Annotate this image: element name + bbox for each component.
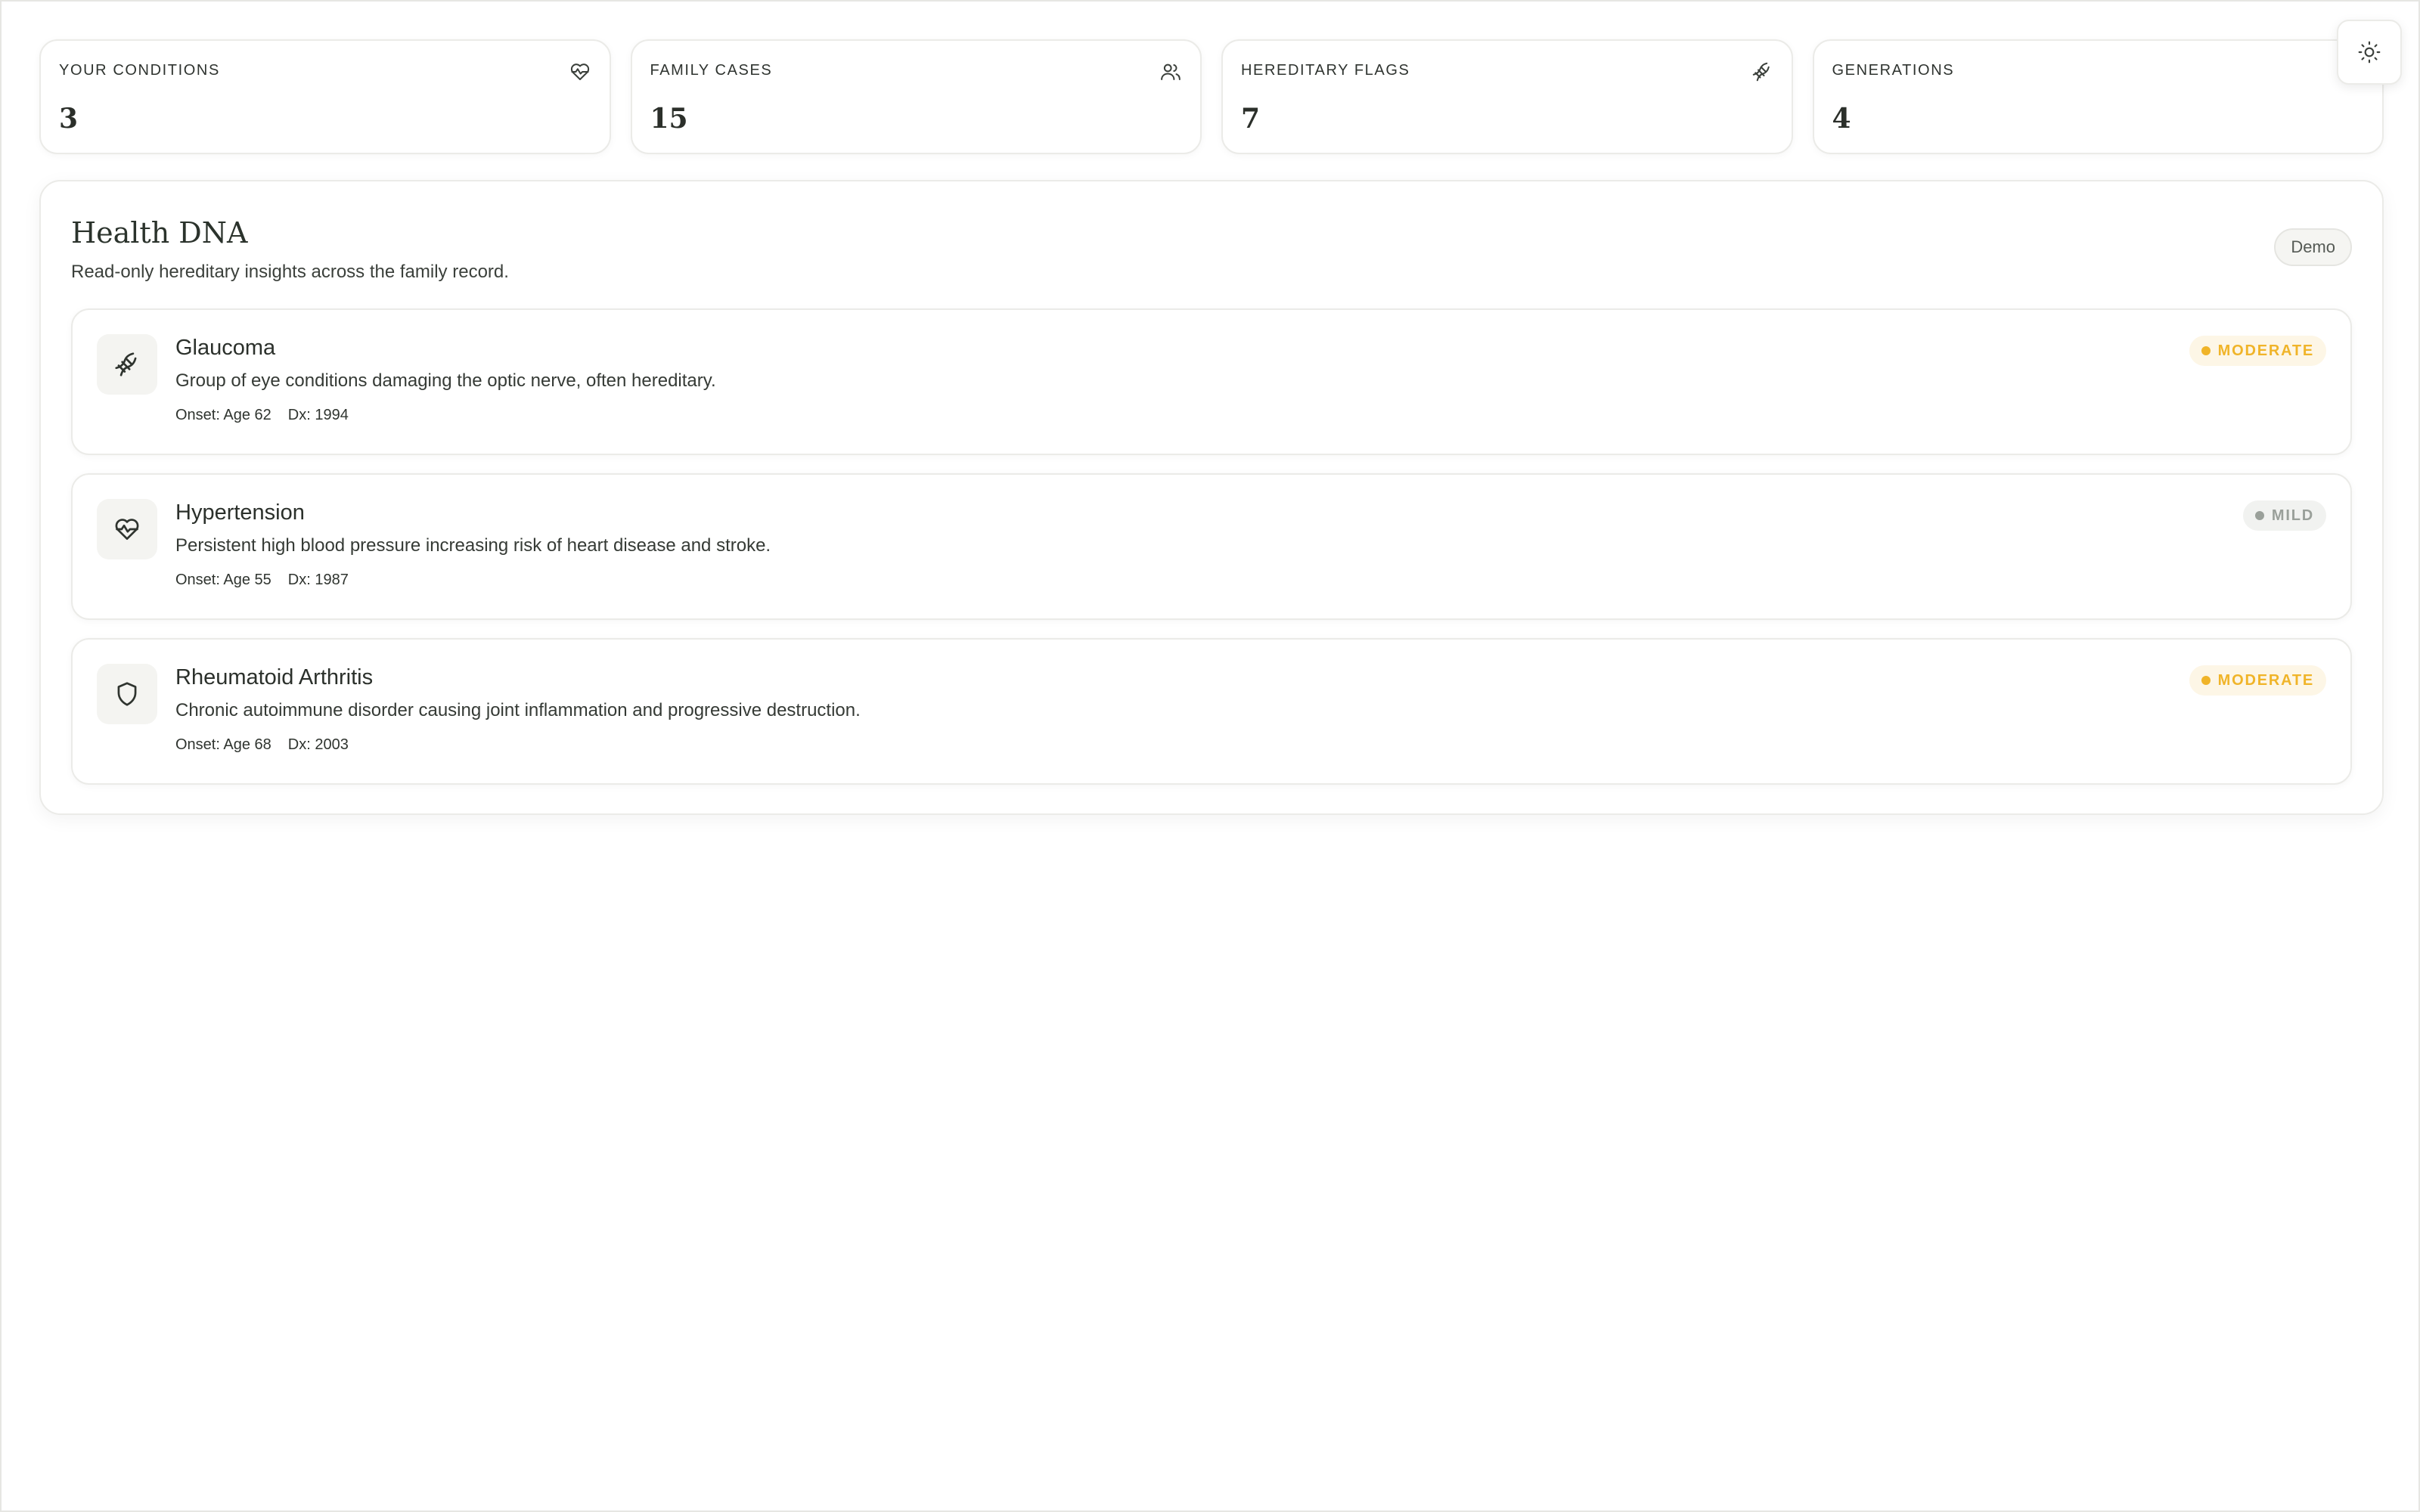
stat-value: 7	[1241, 103, 1261, 135]
sun-icon	[2358, 41, 2381, 64]
stats-row: YOUR CONDITIONS 3 FAMILY CASES 15 HEREDI…	[39, 39, 2384, 154]
shield-icon	[97, 664, 157, 724]
dna-icon	[97, 334, 157, 395]
stat-card-generations: GENERATIONS 4	[1812, 39, 2384, 154]
condition-card[interactable]: Hypertension Persistent high blood press…	[71, 473, 2352, 620]
severity-badge: MILD	[2242, 500, 2326, 531]
condition-onset: Onset: Age 55	[175, 572, 271, 588]
heart-pulse-icon	[97, 499, 157, 559]
condition-onset: Onset: Age 68	[175, 736, 271, 753]
panel-title: Health DNA	[71, 216, 248, 249]
stat-value: 15	[650, 103, 688, 135]
severity-badge: MODERATE	[2189, 665, 2326, 696]
severity-badge: MODERATE	[2189, 336, 2326, 366]
demo-badge: Demo	[2274, 228, 2352, 266]
condition-meta: Onset: Age 55 Dx: 1987	[175, 572, 349, 589]
condition-description: Group of eye conditions damaging the opt…	[175, 370, 716, 391]
condition-name: Rheumatoid Arthritis	[175, 665, 374, 689]
condition-description: Chronic autoimmune disorder causing join…	[175, 700, 861, 720]
stat-label: YOUR CONDITIONS	[59, 62, 220, 79]
condition-diagnosis-year: Dx: 2003	[287, 736, 349, 753]
condition-card[interactable]: Glaucoma Group of eye conditions damagin…	[71, 308, 2352, 455]
stat-card-conditions: YOUR CONDITIONS 3	[39, 39, 611, 154]
panel-subtitle: Read-only hereditary insights across the…	[71, 262, 509, 282]
stat-label: HEREDITARY FLAGS	[1241, 62, 1410, 79]
theme-toggle-button[interactable]	[2337, 20, 2402, 85]
health-dna-panel: Health DNA Read-only hereditary insights…	[39, 180, 2384, 815]
condition-name: Hypertension	[175, 500, 305, 525]
condition-meta: Onset: Age 68 Dx: 2003	[175, 736, 349, 754]
stat-value: 4	[1832, 103, 1851, 135]
condition-onset: Onset: Age 62	[175, 407, 271, 423]
stat-label: GENERATIONS	[1832, 62, 1955, 79]
heart-pulse-icon	[569, 60, 591, 83]
condition-diagnosis-year: Dx: 1994	[287, 407, 349, 423]
stat-label: FAMILY CASES	[650, 62, 773, 79]
condition-meta: Onset: Age 62 Dx: 1994	[175, 407, 349, 424]
stat-value: 3	[59, 103, 79, 135]
users-icon	[1159, 60, 1182, 83]
page: YOUR CONDITIONS 3 FAMILY CASES 15 HEREDI…	[0, 0, 2420, 1512]
stat-card-hereditary-flags: HEREDITARY FLAGS 7	[1221, 39, 1793, 154]
dna-icon	[1751, 60, 1773, 83]
stat-card-family-cases: FAMILY CASES 15	[630, 39, 1202, 154]
condition-description: Persistent high blood pressure increasin…	[175, 535, 771, 556]
condition-card[interactable]: Rheumatoid Arthritis Chronic autoimmune …	[71, 638, 2352, 785]
condition-name: Glaucoma	[175, 336, 276, 360]
condition-diagnosis-year: Dx: 1987	[287, 572, 349, 588]
